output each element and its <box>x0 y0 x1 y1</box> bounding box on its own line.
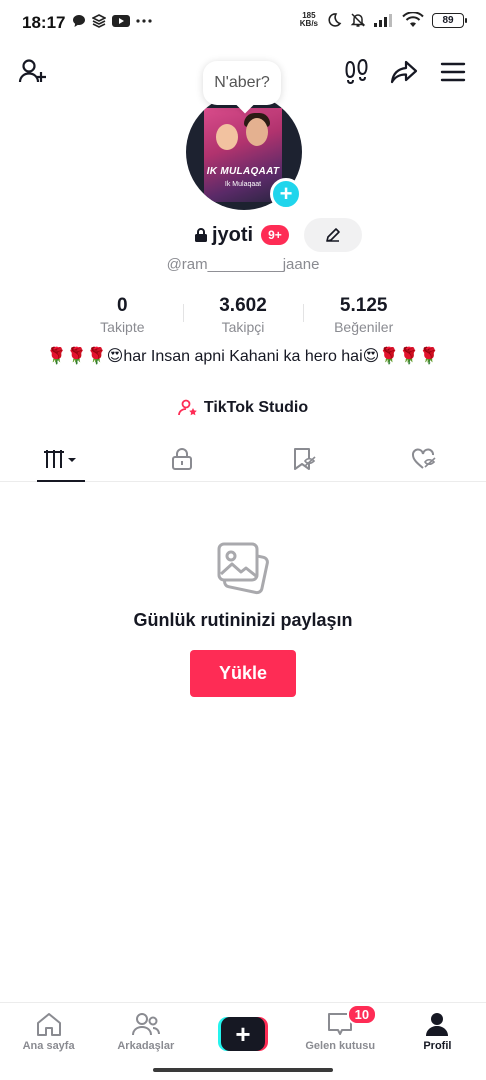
nav-label: Ana sayfa <box>22 1040 75 1052</box>
home-indicator[interactable] <box>153 1068 333 1072</box>
upload-button[interactable]: Yükle <box>190 650 296 697</box>
tab-videos[interactable] <box>0 436 122 482</box>
stat-label: Beğeniler <box>334 319 394 335</box>
nav-inbox[interactable]: 10 Gelen kutusu <box>292 1003 389 1064</box>
empty-state-title: Günlük rutininizi paylaşın <box>133 610 353 630</box>
status-left-icons <box>72 14 152 28</box>
bell-off-icon <box>350 13 366 27</box>
tab-liked[interactable] <box>365 436 486 481</box>
battery-indicator: 89 <box>432 12 467 28</box>
wifi-icon <box>402 12 424 27</box>
stat-following[interactable]: 0 Takipte <box>62 294 183 340</box>
note-text: N'aber? <box>214 74 270 91</box>
menu-button[interactable] <box>437 56 469 88</box>
heart-hidden-icon <box>412 447 436 469</box>
layers-icon <box>92 14 106 28</box>
pencil-icon <box>326 228 340 242</box>
notification-badge[interactable]: 9+ <box>261 225 289 245</box>
photos-icon <box>217 542 269 595</box>
chat-bubble-icon <box>73 15 85 27</box>
nav-home[interactable]: Ana sayfa <box>0 1003 97 1064</box>
profile-views-button[interactable] <box>341 56 373 88</box>
username-row: jyoti 9+ <box>194 218 289 252</box>
footprints-icon <box>345 58 368 85</box>
share-profile-button[interactable] <box>388 56 420 88</box>
profile-icon <box>426 1013 449 1036</box>
avatar-face-left <box>216 124 238 150</box>
create-button[interactable]: + <box>218 1017 268 1051</box>
nav-friends[interactable]: Arkadaşlar <box>97 1003 194 1064</box>
content-tabs <box>0 436 486 482</box>
user-handle: @ram_________jaane <box>166 256 320 273</box>
stat-followers[interactable]: 3.602 Takipçi <box>182 294 304 340</box>
bottom-nav: Ana sayfa Arkadaşlar + 10 Gelen kutusu P… <box>0 1002 486 1064</box>
menu-icon <box>440 62 466 82</box>
edit-profile-button[interactable] <box>304 218 362 252</box>
bio: 🌹🌹🌹😍har Insan apni Kahani ka hero hai😍🌹🌹… <box>46 348 440 365</box>
stat-label: Takipte <box>100 319 145 335</box>
profile-stats: 0 Takipte 3.602 Takipçi 5.125 Beğeniler <box>62 294 424 340</box>
friends-icon <box>131 1013 160 1036</box>
home-icon <box>36 1013 61 1036</box>
add-friend-icon <box>18 59 46 83</box>
inbox-badge: 10 <box>346 1004 378 1025</box>
add-friend-button[interactable] <box>16 56 48 88</box>
nav-create[interactable]: + <box>194 1003 291 1064</box>
nav-profile[interactable]: Profil <box>389 1003 486 1064</box>
net-speed: 185 KB/s <box>299 11 318 28</box>
add-story-button[interactable]: + <box>270 178 302 210</box>
stat-value: 3.602 <box>219 295 267 316</box>
lock-icon <box>172 447 193 470</box>
lock-icon <box>195 228 207 242</box>
tab-private[interactable] <box>122 436 244 481</box>
signal-icon <box>374 14 392 27</box>
bookmark-hidden-icon <box>293 447 316 470</box>
stat-value: 5.125 <box>339 295 388 316</box>
avatar-title: IK MULAQAAT <box>206 166 280 177</box>
plus-icon: + <box>221 1017 265 1051</box>
stat-likes[interactable]: 5.125 Beğeniler <box>303 294 424 340</box>
stat-label: Takipçi <box>221 319 265 335</box>
more-dots-icon <box>136 19 152 23</box>
plus-icon: + <box>279 181 293 206</box>
status-bar: 18:17 185 KB/s 89 <box>0 0 486 46</box>
share-icon <box>390 60 418 84</box>
youtube-icon <box>112 15 130 27</box>
tab-favorites[interactable] <box>243 436 365 481</box>
stat-value: 0 <box>117 295 128 316</box>
tiktok-studio-link[interactable]: TikTok Studio <box>0 399 486 417</box>
grid-icon <box>43 449 76 468</box>
note-bubble[interactable]: N'aber? <box>203 61 281 105</box>
nav-label: Profil <box>423 1040 452 1052</box>
avatar-face-right <box>246 118 268 146</box>
status-right-icons: 185 KB/s 89 <box>299 11 467 28</box>
nav-label: Arkadaşlar <box>117 1040 175 1052</box>
status-time: 18:17 <box>22 13 66 32</box>
username: jyoti <box>212 223 254 246</box>
studio-label: TikTok Studio <box>203 399 309 416</box>
studio-icon <box>177 399 197 416</box>
moon-icon <box>328 13 342 27</box>
nav-label: Gelen kutusu <box>305 1040 376 1052</box>
